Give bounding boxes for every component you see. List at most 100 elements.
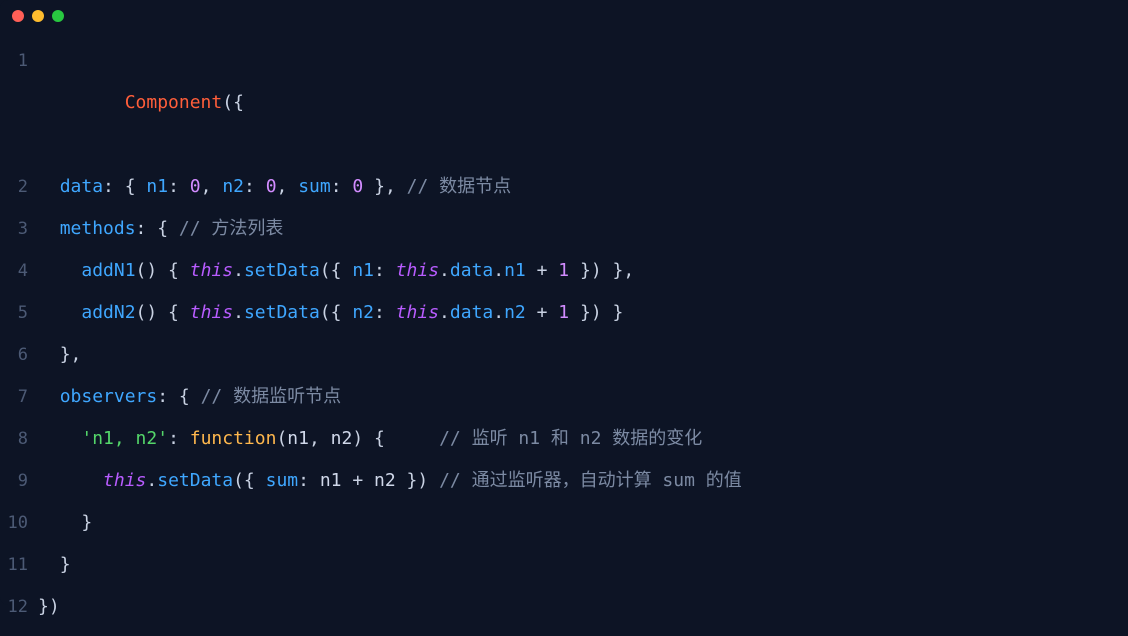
token-punct: : { [103, 176, 146, 197]
token-punct: }, [60, 344, 82, 365]
token-keyword: this [190, 260, 233, 281]
token-property: n1 [146, 176, 168, 197]
token-identifier: Component [125, 92, 223, 113]
token-punct: : { [157, 386, 200, 407]
token-property: n2 [504, 302, 526, 323]
line-number: 6 [0, 334, 34, 376]
line-number: 8 [0, 418, 34, 460]
token-param: n2 [331, 428, 353, 449]
token-property: n2 [222, 176, 244, 197]
token-punct: ({ [320, 260, 353, 281]
code-line: 8 'n1, n2': function(n1, n2) { // 监听 n1 … [0, 418, 1128, 460]
token-punct: : [168, 428, 190, 449]
line-number: 9 [0, 460, 34, 502]
token-number: 1 [558, 260, 569, 281]
code-line: 11 } [0, 544, 1128, 586]
code-editor[interactable]: 1 Component({ 2 data: { n1: 0, n2: 0, su… [0, 32, 1128, 636]
token-keyword: function [190, 428, 277, 449]
token-method: addN2 [81, 302, 135, 323]
token-keyword: this [190, 302, 233, 323]
token-number: 1 [558, 302, 569, 323]
token-punct: : [244, 176, 266, 197]
token-punct: ( [276, 428, 287, 449]
indent [38, 470, 103, 491]
token-property: n1 [504, 260, 526, 281]
token-punct: ) { [352, 428, 439, 449]
token-property: data [450, 302, 493, 323]
token-punct: : [168, 176, 190, 197]
line-number: 11 [0, 544, 34, 586]
token-property: observers [60, 386, 158, 407]
line-number: 7 [0, 376, 34, 418]
token-string: 'n1, n2' [81, 428, 168, 449]
token-punct: . [233, 260, 244, 281]
token-punct: : [374, 302, 396, 323]
line-number: 10 [0, 502, 34, 544]
line-number: 4 [0, 250, 34, 292]
indent [38, 512, 81, 533]
code-line: 5 addN2() { this.setData({ n2: this.data… [0, 292, 1128, 334]
token-var: n2 [374, 470, 396, 491]
token-method: addN1 [81, 260, 135, 281]
token-punct: : [374, 260, 396, 281]
code-line: 6 }, [0, 334, 1128, 376]
token-punct: : [331, 176, 353, 197]
token-keyword: this [396, 302, 439, 323]
token-method: setData [244, 260, 320, 281]
token-punct: . [493, 260, 504, 281]
code-window: 1 Component({ 2 data: { n1: 0, n2: 0, su… [0, 0, 1128, 605]
token-punct: } [60, 554, 71, 575]
token-comment: // 通过监听器，自动计算 sum 的值 [439, 470, 742, 491]
token-punct: ({ [233, 470, 266, 491]
token-comment: // 数据节点 [407, 176, 512, 197]
indent [38, 554, 60, 575]
indent [38, 302, 81, 323]
token-keyword: this [103, 470, 146, 491]
token-number: 0 [190, 176, 201, 197]
line-number: 3 [0, 208, 34, 250]
token-var: n1 [320, 470, 342, 491]
code-line: 9 this.setData({ sum: n1 + n2 }) // 通过监听… [0, 460, 1128, 502]
token-punct: , [309, 428, 331, 449]
code-line: 4 addN1() { this.setData({ n1: this.data… [0, 250, 1128, 292]
token-punct: }, [363, 176, 406, 197]
token-param: n1 [287, 428, 309, 449]
token-punct: . [493, 302, 504, 323]
token-property: data [450, 260, 493, 281]
minimize-icon[interactable] [32, 10, 44, 22]
token-comment: // 监听 n1 和 n2 数据的变化 [439, 428, 702, 449]
token-punct: () { [136, 260, 190, 281]
token-punct: }) [38, 596, 60, 617]
indent [38, 428, 81, 449]
token-punct: : { [136, 218, 179, 239]
zoom-icon[interactable] [52, 10, 64, 22]
token-property: n1 [352, 260, 374, 281]
token-punct: + [526, 302, 559, 323]
line-number: 5 [0, 292, 34, 334]
token-punct: }) } [569, 302, 623, 323]
code-line: 10 } [0, 502, 1128, 544]
token-keyword: this [396, 260, 439, 281]
token-punct: } [81, 512, 92, 533]
indent [38, 260, 81, 281]
token-method: setData [157, 470, 233, 491]
code-line: 12 }) [0, 586, 1128, 628]
token-punct: + [526, 260, 559, 281]
token-property: data [60, 176, 103, 197]
token-method: setData [244, 302, 320, 323]
code-line: 7 observers: { // 数据监听节点 [0, 376, 1128, 418]
token-punct: ({ [320, 302, 353, 323]
line-number: 12 [0, 586, 34, 628]
token-punct: ({ [222, 92, 244, 113]
token-punct: () { [136, 302, 190, 323]
indent [38, 176, 60, 197]
indent [38, 218, 60, 239]
close-icon[interactable] [12, 10, 24, 22]
token-property: methods [60, 218, 136, 239]
token-number: 0 [352, 176, 363, 197]
token-punct: : [298, 470, 320, 491]
token-property: sum [298, 176, 331, 197]
code-line: 1 Component({ [0, 40, 1128, 166]
indent [38, 344, 60, 365]
token-property: sum [266, 470, 299, 491]
